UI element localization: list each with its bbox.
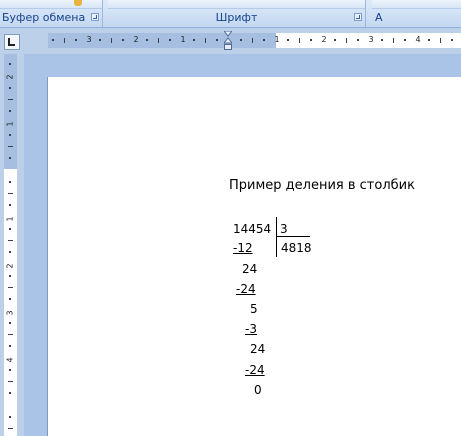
ruler-number: 3 xyxy=(86,35,92,44)
paste-icon[interactable] xyxy=(74,0,82,6)
ruler-tick xyxy=(8,287,13,288)
ruler-tick xyxy=(9,392,11,394)
ruler-number: 1 xyxy=(5,216,15,222)
vertical-ruler-track[interactable]: 2 1 1 2 3 4 xyxy=(4,54,17,436)
ruler-number: 2 xyxy=(133,35,139,44)
ruler-tick xyxy=(440,38,441,43)
tab-selector-icon[interactable] xyxy=(4,34,20,50)
horizontal-ruler[interactable]: 3 2 1 1 2 3 4 xyxy=(0,28,461,54)
horizontal-ruler-track[interactable]: 3 2 1 1 2 3 4 xyxy=(48,33,461,48)
ruler-tick xyxy=(9,298,11,300)
division-step: -12 xyxy=(233,241,253,255)
ruler-tick xyxy=(216,39,218,41)
ribbon-group-font: Шрифт xyxy=(108,0,366,27)
ruler-number: 3 xyxy=(5,310,15,316)
ruler-tick xyxy=(9,204,11,206)
dividend: 14454 xyxy=(233,222,272,236)
ruler-tick xyxy=(8,193,13,194)
division-step: 0 xyxy=(254,383,262,397)
division-step: 24 xyxy=(250,342,266,356)
ruler-tick xyxy=(9,87,11,89)
clipboard-dialog-launcher-icon[interactable] xyxy=(91,13,99,21)
ruler-tick xyxy=(9,110,11,112)
division-step: 24 xyxy=(242,262,258,276)
division-step: -24 xyxy=(245,363,265,377)
ruler-tick xyxy=(9,134,11,136)
ruler-tick xyxy=(310,39,312,41)
ruler-tick xyxy=(451,39,453,41)
ruler-tick xyxy=(346,38,347,43)
font-dialog-launcher-icon[interactable] xyxy=(354,13,362,21)
ruler-tick xyxy=(122,39,124,41)
ruler-tick xyxy=(52,39,54,41)
paragraph-group-buttons[interactable] xyxy=(372,0,461,9)
paragraph-group-label: А xyxy=(375,11,383,24)
ruler-tick xyxy=(9,63,11,65)
ruler-tick xyxy=(193,39,195,41)
document-page[interactable]: Пример деления в столбик 14454 3 4818 -1… xyxy=(48,77,461,436)
ruler-number: 1 xyxy=(5,121,15,127)
clipboard-group-label: Буфер обмена xyxy=(2,11,86,24)
ruler-tick xyxy=(9,228,11,230)
ruler-tick xyxy=(146,39,148,41)
ruler-tick xyxy=(252,38,253,43)
ruler-tick xyxy=(240,39,242,41)
ruler-tick xyxy=(393,38,394,43)
ruler-tick xyxy=(158,38,159,43)
ruler-tick xyxy=(9,369,11,371)
ruler-number: 2 xyxy=(321,35,327,44)
clipboard-group-buttons[interactable] xyxy=(0,0,102,9)
ruler-tick xyxy=(404,39,406,41)
ruler-number: 3 xyxy=(368,35,374,44)
ruler-tick xyxy=(9,275,11,277)
division-step: 5 xyxy=(250,302,258,316)
ruler-tick xyxy=(8,146,13,147)
ruler-tick xyxy=(205,38,206,43)
ruler-tick xyxy=(99,39,101,41)
ruler-tick xyxy=(169,39,171,41)
ruler-tick xyxy=(299,38,300,43)
ruler-number: 4 xyxy=(5,357,15,363)
font-group-buttons[interactable] xyxy=(108,0,365,9)
ruler-tick xyxy=(334,39,336,41)
ruler-tick xyxy=(428,39,430,41)
indent-marker-icon[interactable] xyxy=(224,31,232,51)
ruler-tick xyxy=(9,416,11,418)
font-group-label: Шрифт xyxy=(215,11,258,24)
division-horizontal-line xyxy=(276,236,310,237)
ruler-tick xyxy=(9,345,11,347)
division-step: -3 xyxy=(245,322,257,336)
ruler-number: 2 xyxy=(5,74,15,80)
ruler-tick xyxy=(9,181,11,183)
ruler-tick xyxy=(287,39,289,41)
ruler-tick xyxy=(8,428,13,429)
ribbon: Буфер обмена Шрифт А xyxy=(0,0,461,28)
ruler-tick xyxy=(9,251,11,253)
ruler-tick xyxy=(9,322,11,324)
ruler-number: 1 xyxy=(180,35,186,44)
ruler-number: 1 xyxy=(274,35,280,44)
ruler-tick xyxy=(75,39,77,41)
ruler-tick xyxy=(8,381,13,382)
ruler-tick xyxy=(381,39,383,41)
ruler-tick xyxy=(111,38,112,43)
ruler-tick xyxy=(8,240,13,241)
ruler-tick xyxy=(357,39,359,41)
ruler-tick xyxy=(263,39,265,41)
quotient: 4818 xyxy=(281,241,312,255)
vertical-ruler-text-area xyxy=(4,169,17,436)
ruler-tick xyxy=(64,38,65,43)
division-step: -24 xyxy=(236,282,256,296)
ribbon-group-paragraph: А xyxy=(372,0,461,27)
ribbon-group-clipboard: Буфер обмена xyxy=(0,0,103,27)
ruler-number: 4 xyxy=(415,35,421,44)
divisor: 3 xyxy=(280,222,288,236)
vertical-ruler[interactable]: 2 1 1 2 3 4 xyxy=(0,54,24,436)
ruler-tick xyxy=(8,99,13,100)
ruler-number: 2 xyxy=(5,263,15,269)
ruler-tick xyxy=(8,334,13,335)
ruler-tick xyxy=(9,157,11,159)
document-title: Пример деления в столбик xyxy=(229,178,415,193)
division-vertical-line xyxy=(276,217,277,257)
